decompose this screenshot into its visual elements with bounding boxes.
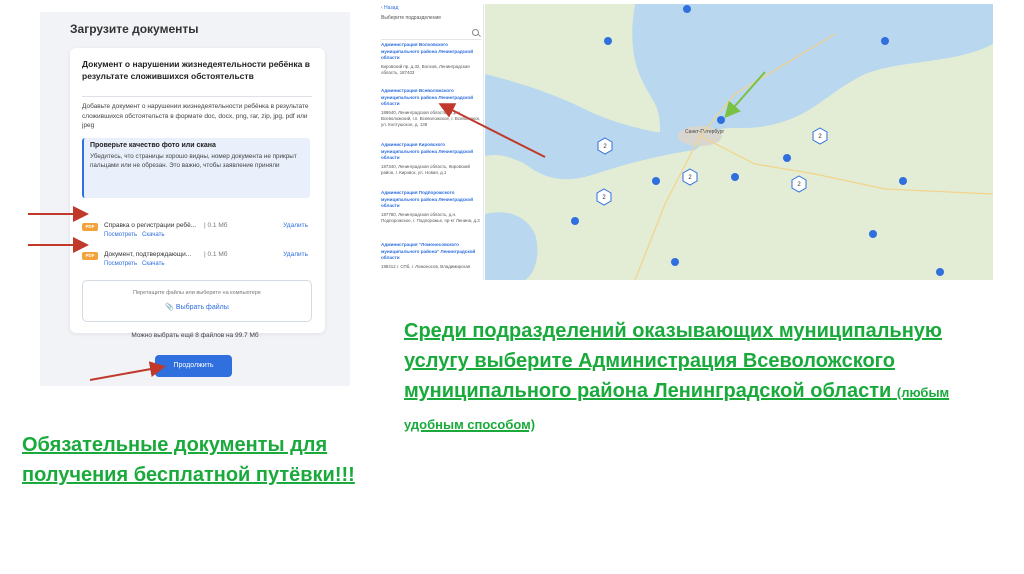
map-pin-icon[interactable] bbox=[683, 5, 691, 13]
map-cluster[interactable]: 2 bbox=[682, 168, 698, 186]
map-pin-icon[interactable] bbox=[936, 268, 944, 276]
office-name: Администрация Волховского муниципального… bbox=[381, 42, 474, 60]
map-canvas[interactable]: Санкт-Петербург 2 2 2 2 2 bbox=[485, 4, 993, 280]
pdf-icon: PDF bbox=[82, 223, 98, 231]
office-item[interactable]: Администрация Подпорожского муниципально… bbox=[381, 190, 481, 224]
view-file-link[interactable]: Посмотреть bbox=[104, 232, 137, 238]
office-name: Администрация "Ломоносовского муниципаль… bbox=[381, 242, 476, 260]
map-pin-icon[interactable] bbox=[717, 116, 725, 124]
file-drop-zone[interactable]: Перетащите файлы или выберите на компьют… bbox=[82, 280, 312, 322]
download-file-link[interactable]: Скачать bbox=[142, 261, 165, 267]
office-name: Администрация Всеволожского муниципально… bbox=[381, 88, 474, 106]
map-cluster[interactable]: 2 bbox=[791, 175, 807, 193]
choose-files-label: Выбрать файлы bbox=[175, 304, 229, 311]
office-item[interactable]: Администрация Волховского муниципального… bbox=[381, 42, 481, 76]
upload-documents-panel: Загрузите документы Документ о нарушении… bbox=[40, 12, 350, 386]
delete-file-link[interactable]: Удалить bbox=[283, 222, 308, 229]
office-address: 187780, Ленинградская область, д.н. Подп… bbox=[381, 211, 480, 223]
file-size-value: 0.1 Мб bbox=[207, 222, 228, 229]
office-list-heading: Выберите подразделение bbox=[381, 15, 442, 21]
map-pin-icon[interactable] bbox=[671, 258, 679, 266]
office-address: 198412 г. СПб, г. Ломоносов, Владимирска… bbox=[381, 263, 471, 269]
map[interactable]: Санкт-Петербург 2 2 2 2 2 bbox=[485, 4, 993, 280]
upload-card: Документ о нарушении жизнедеятельности р… bbox=[70, 48, 325, 333]
map-pin-icon[interactable] bbox=[881, 37, 889, 45]
map-cluster[interactable]: 2 bbox=[597, 137, 613, 155]
file-size-value: 0.1 Мб bbox=[207, 251, 228, 258]
files-limit-text: Можно выбрать ещё 8 файлов на 99.7 Мб bbox=[131, 332, 259, 339]
search-icon[interactable] bbox=[472, 29, 479, 36]
tip-title: Проверьте качество фото или скана bbox=[90, 142, 216, 149]
continue-button[interactable]: Продолжить bbox=[155, 355, 232, 377]
map-cluster[interactable]: 2 bbox=[812, 127, 828, 145]
file-name: Справка о регистрации ребё... bbox=[104, 222, 197, 229]
document-title: Документ о нарушении жизнедеятельности р… bbox=[82, 59, 310, 81]
download-file-link[interactable]: Скачать bbox=[142, 232, 165, 238]
map-pin-icon[interactable] bbox=[869, 230, 877, 238]
back-link[interactable]: ‹ Назад bbox=[381, 5, 398, 11]
search-input[interactable] bbox=[381, 26, 481, 40]
file-name: Документ, подтверждающи... bbox=[104, 251, 192, 258]
file-row: PDF Справка о регистрации ребё... | 0.1 … bbox=[82, 222, 314, 244]
paperclip-icon: 📎 bbox=[165, 304, 174, 311]
quality-tip: Проверьте качество фото или скана Убедит… bbox=[82, 138, 310, 198]
map-pin-icon[interactable] bbox=[604, 37, 612, 45]
map-pin-icon[interactable] bbox=[652, 177, 660, 185]
map-pin-icon[interactable] bbox=[899, 177, 907, 185]
office-address: 188640, Ленинградская область, М.р-н Все… bbox=[381, 109, 481, 127]
map-pin-icon[interactable] bbox=[571, 217, 579, 225]
office-item[interactable]: Администрация "Ломоносовского муниципаль… bbox=[381, 242, 481, 270]
map-cluster[interactable]: 2 bbox=[596, 188, 612, 206]
map-pin-icon[interactable] bbox=[783, 154, 791, 162]
upload-title: Загрузите документы bbox=[70, 22, 199, 36]
view-file-link[interactable]: Посмотреть bbox=[104, 261, 137, 267]
tip-text: Убедитесь, что страницы хорошо видны, но… bbox=[90, 153, 297, 169]
document-description: Добавьте документ о нарушении жизнедеяте… bbox=[82, 103, 309, 129]
map-pin-icon[interactable] bbox=[731, 173, 739, 181]
office-list-panel: ‹ Назад Выберите подразделение Администр… bbox=[377, 4, 484, 280]
instruction-text: Среди подразделений оказывающих муниципа… bbox=[404, 320, 942, 402]
pdf-icon: PDF bbox=[82, 252, 98, 260]
file-row: PDF Документ, подтверждающи... | 0.1 Мб … bbox=[82, 251, 314, 273]
choose-files-button[interactable]: 📎 Выбрать файлы bbox=[83, 303, 311, 311]
office-address: 187340, Ленинградская область, Кировский… bbox=[381, 163, 470, 175]
instruction-caption: Среди подразделений оказывающих муниципа… bbox=[404, 316, 1004, 440]
file-size: | 0.1 Мб bbox=[204, 222, 228, 229]
file-size: | 0.1 Мб bbox=[204, 251, 228, 258]
office-address: Кировский пр. д.32, Волхов, Ленинградска… bbox=[381, 63, 470, 75]
divider bbox=[82, 96, 312, 97]
office-name: Администрация Подпорожского муниципально… bbox=[381, 190, 474, 208]
office-name: Администрация Кировского муниципального … bbox=[381, 142, 474, 160]
office-item[interactable]: Администрация Кировского муниципального … bbox=[381, 142, 481, 176]
required-documents-caption: Обязательные документы для получения бес… bbox=[22, 434, 355, 486]
slide: Загрузите документы Документ о нарушении… bbox=[0, 0, 1024, 574]
office-item[interactable]: Администрация Всеволожского муниципально… bbox=[381, 88, 481, 128]
drop-hint: Перетащите файлы или выберите на компьют… bbox=[133, 290, 261, 296]
delete-file-link[interactable]: Удалить bbox=[283, 251, 308, 258]
